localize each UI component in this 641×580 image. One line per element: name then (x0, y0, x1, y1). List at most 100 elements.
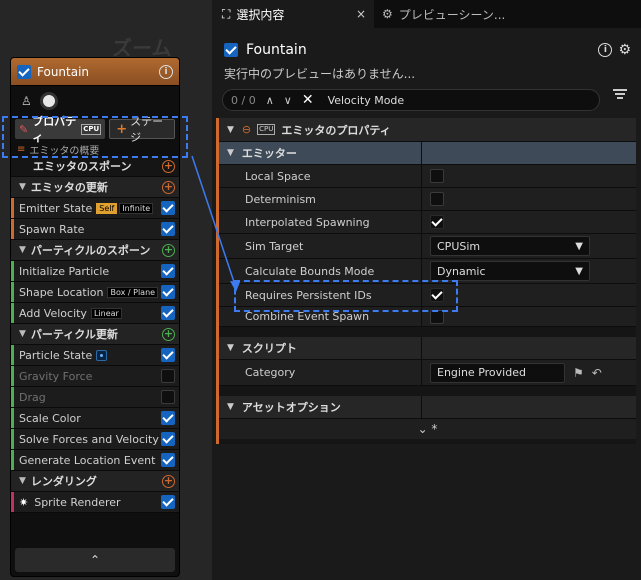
sprite-icon: ✷ (19, 495, 29, 509)
interpolated-spawning-checkbox[interactable] (430, 215, 444, 229)
tab-preview-scene[interactable]: ⚙ プレビューシーン... (374, 0, 513, 28)
module-group-header[interactable]: ▼ パーティクルのスポーン + (11, 240, 179, 261)
module-enable-checkbox[interactable] (161, 201, 175, 215)
prop-row-category: Category Engine Provided ⚑ ↶ (219, 360, 636, 386)
chevron-down-icon: ▼ (575, 240, 583, 252)
module-enable-checkbox[interactable] (161, 285, 175, 299)
advanced-expand-button[interactable]: ⌄ * (219, 419, 636, 439)
module-enable-checkbox[interactable] (161, 432, 175, 446)
category-asset-options[interactable]: ▼ アセットオプション (219, 396, 636, 419)
sim-target-dropdown[interactable]: CPUSim ▼ (430, 236, 590, 256)
emitter-properties-section[interactable]: ▼ ⊖ CPU エミッタのプロパティ (219, 118, 636, 142)
module-group-header[interactable]: ▼ レンダリング + (11, 471, 179, 492)
sphere-preview-icon[interactable] (39, 92, 58, 110)
module-enable-checkbox[interactable] (161, 453, 175, 467)
category-label: エミッター (241, 147, 297, 160)
node-title: Fountain (37, 64, 90, 79)
module-label: Initialize Particle (19, 264, 110, 278)
module-row[interactable]: Shape Location Box / Plane (11, 282, 179, 303)
add-module-icon[interactable]: + (162, 474, 175, 488)
search-previous-icon[interactable]: ∧ (266, 94, 274, 107)
tab-selection[interactable]: ⛶ 選択内容 × (214, 0, 374, 28)
info-icon[interactable]: i (159, 64, 173, 79)
search-input[interactable]: Velocity Mode (328, 94, 405, 107)
category-label: アセットオプション (241, 401, 341, 414)
emitter-graph[interactable]: ズーム 1:1 Fountain i ♙ ✎ プロパティ CPU + ステージ … (0, 0, 212, 580)
search-bar[interactable]: 0 / 0 ∧ ∨ ✕ Velocity Mode (222, 89, 600, 111)
emitter-enable-checkbox[interactable] (17, 64, 31, 79)
module-label: Drag (19, 390, 46, 404)
prop-label: Interpolated Spawning (219, 211, 422, 233)
module-group-header[interactable]: ▼ エミッタの更新 + (11, 177, 179, 198)
collapse-triangle-icon[interactable]: ▼ (19, 329, 26, 339)
module-enable-checkbox[interactable] (161, 495, 175, 509)
module-enable-checkbox[interactable] (161, 222, 175, 236)
prop-row-local-space: Local Space (219, 165, 636, 188)
section-title: エミッタのプロパティ (281, 123, 391, 137)
category-input[interactable]: Engine Provided (430, 362, 565, 383)
clear-search-icon[interactable]: ✕ (302, 92, 314, 108)
dropdown-value: Dynamic (437, 264, 486, 278)
module-row[interactable]: Generate Location Event (11, 450, 179, 471)
module-color-edge (11, 492, 14, 512)
module-enable-checkbox[interactable] (161, 306, 175, 320)
prop-row-sim-target: Sim Target CPUSim ▼ (219, 234, 636, 259)
determinism-checkbox[interactable] (430, 192, 444, 206)
particle-state-icon (96, 349, 108, 361)
settings-gear-icon[interactable]: ⚙ (618, 42, 631, 58)
filter-icon[interactable] (613, 87, 627, 101)
category-script[interactable]: ▼ スクリプト (219, 337, 636, 360)
module-group-header[interactable]: ▼ パーティクル更新 + (11, 324, 179, 345)
module-row[interactable]: Spawn Rate (11, 219, 179, 240)
module-enable-checkbox[interactable] (161, 390, 175, 404)
module-color-edge (11, 219, 14, 239)
module-enable-checkbox[interactable] (161, 411, 175, 425)
collapse-triangle-icon: ▼ (227, 124, 234, 135)
module-row[interactable]: ✷ Sprite Renderer (11, 492, 179, 513)
module-row[interactable]: Add Velocity Linear (11, 303, 179, 324)
module-row[interactable]: Emitter State Self Infinite (11, 198, 179, 219)
bounds-mode-dropdown[interactable]: Dynamic ▼ (430, 261, 590, 281)
collapse-node-button[interactable]: ⌃ (15, 548, 175, 572)
add-module-icon[interactable]: + (162, 243, 175, 257)
tab-bar: ⛶ 選択内容 × ⚙ プレビューシーン... (214, 0, 641, 28)
category-emitter[interactable]: ▼ エミッター (219, 142, 636, 165)
selection-icon: ⛶ (222, 6, 231, 21)
reset-icon[interactable]: ↶ (592, 366, 602, 380)
prop-label: Determinism (219, 188, 422, 210)
local-space-checkbox[interactable] (430, 169, 444, 183)
preview-message: 実行中のプレビューはありません... (224, 67, 416, 81)
selection-header: Fountain i ⚙ (214, 36, 641, 64)
search-result-count: 0 / 0 (231, 93, 256, 107)
collapse-triangle-icon[interactable]: ▼ (19, 182, 26, 192)
figure-icon[interactable]: ♙ (21, 94, 32, 108)
module-color-edge (11, 261, 14, 281)
close-icon[interactable]: × (356, 7, 366, 21)
flag-icon[interactable]: ⚑ (573, 366, 584, 380)
module-row[interactable]: Initialize Particle (11, 261, 179, 282)
collapse-triangle-icon[interactable]: ▼ (19, 476, 26, 486)
module-tag: Linear (90, 307, 122, 319)
module-group-header[interactable]: エミッタのスポーン + (11, 156, 179, 177)
add-module-icon[interactable]: + (162, 327, 175, 341)
module-row[interactable]: Particle State (11, 345, 179, 366)
module-label: Generate Location Event (19, 453, 156, 467)
search-next-icon[interactable]: ∨ (284, 94, 292, 107)
module-enable-checkbox[interactable] (161, 369, 175, 383)
add-module-icon[interactable]: + (162, 180, 175, 194)
info-icon[interactable]: i (598, 43, 613, 57)
module-row[interactable]: Scale Color (11, 408, 179, 429)
module-row[interactable]: Gravity Force (11, 366, 179, 387)
module-color-edge (11, 450, 14, 470)
add-module-icon[interactable]: + (162, 159, 175, 173)
module-row[interactable]: Drag (11, 387, 179, 408)
node-header[interactable]: Fountain i (11, 58, 179, 86)
module-tag: Box / Plane (107, 286, 159, 298)
collapse-triangle-icon: ▼ (227, 402, 234, 412)
selection-enable-checkbox[interactable] (224, 43, 238, 57)
module-enable-checkbox[interactable] (161, 348, 175, 362)
node-icon-row: ♙ (11, 86, 179, 116)
collapse-triangle-icon[interactable]: ▼ (19, 245, 26, 255)
module-enable-checkbox[interactable] (161, 264, 175, 278)
module-row[interactable]: Solve Forces and Velocity (11, 429, 179, 450)
